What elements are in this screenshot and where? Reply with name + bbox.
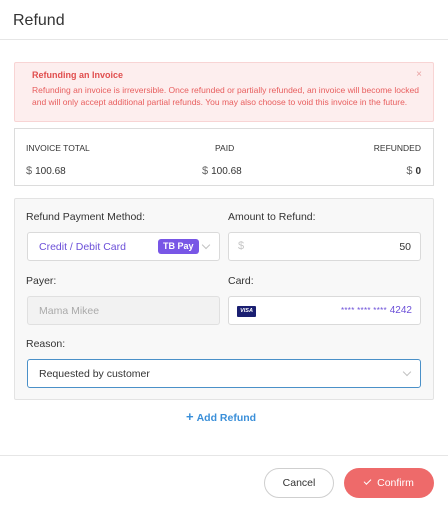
card-label: Card: <box>228 275 254 287</box>
add-refund-button[interactable]: + Add Refund <box>186 409 256 424</box>
refunded-value: $0 <box>406 165 421 177</box>
confirm-button[interactable]: Confirm <box>344 468 434 498</box>
card-mask: **** **** **** <box>340 306 387 315</box>
card-field[interactable]: VISA **** **** **** 4242 <box>228 296 421 325</box>
card-number: **** **** **** 4242 <box>341 305 412 316</box>
visa-icon: VISA <box>237 306 256 317</box>
invoice-total-amount: 100.68 <box>35 166 66 177</box>
reason-select[interactable]: Requested by customer <box>27 359 421 388</box>
amount-label: Amount to Refund: <box>228 211 316 223</box>
payment-method-select[interactable]: Credit / Debit Card TB Pay <box>27 232 220 261</box>
paid-header: PAID <box>215 143 235 153</box>
reason-value: Requested by customer <box>39 368 150 380</box>
payment-method-label: Refund Payment Method: <box>26 211 146 223</box>
cancel-button[interactable]: Cancel <box>264 468 334 498</box>
currency-symbol: $ <box>26 165 33 177</box>
check-icon <box>363 477 372 485</box>
currency-symbol: $ <box>406 165 413 177</box>
chevron-down-icon <box>402 367 412 377</box>
alert-title: Refunding an Invoice <box>32 70 124 80</box>
refunded-header: REFUNDED <box>373 143 421 153</box>
dialog-footer: Cancel Confirm <box>0 455 448 508</box>
refund-warning-alert: Refunding an Invoice × Refunding an invo… <box>14 62 434 122</box>
chevron-down-icon <box>201 240 211 250</box>
dialog-title: Refund <box>13 12 65 29</box>
dialog-header: Refund <box>0 0 448 40</box>
invoice-totals: INVOICE TOTAL PAID REFUNDED $100.68 $100… <box>14 128 434 186</box>
add-refund-label: Add Refund <box>196 412 257 424</box>
payer-field: Mama Mikee <box>27 296 220 325</box>
card-last4: 4242 <box>389 305 412 316</box>
amount-value: 50 <box>399 241 411 253</box>
dollar-icon: $ <box>238 240 245 252</box>
alert-body: Refunding an invoice is irreversible. On… <box>32 85 419 107</box>
invoice-total-header: INVOICE TOTAL <box>26 143 90 153</box>
plus-icon: + <box>186 409 194 424</box>
paid-amount: 100.68 <box>211 166 242 177</box>
refund-form: Refund Payment Method: Credit / Debit Ca… <box>14 198 434 400</box>
payment-method-value: Credit / Debit Card <box>39 241 126 253</box>
payer-value: Mama Mikee <box>39 305 100 317</box>
close-icon[interactable]: × <box>416 69 422 80</box>
invoice-total-value: $100.68 <box>26 165 66 177</box>
tb-pay-badge: TB Pay <box>158 239 199 254</box>
refunded-amount: 0 <box>415 166 421 177</box>
amount-input[interactable]: $ 50 <box>228 232 421 261</box>
payer-label: Payer: <box>26 275 57 287</box>
reason-label: Reason: <box>26 338 66 350</box>
confirm-label: Confirm <box>377 477 414 489</box>
currency-symbol: $ <box>202 165 209 177</box>
paid-value: $100.68 <box>202 165 242 177</box>
